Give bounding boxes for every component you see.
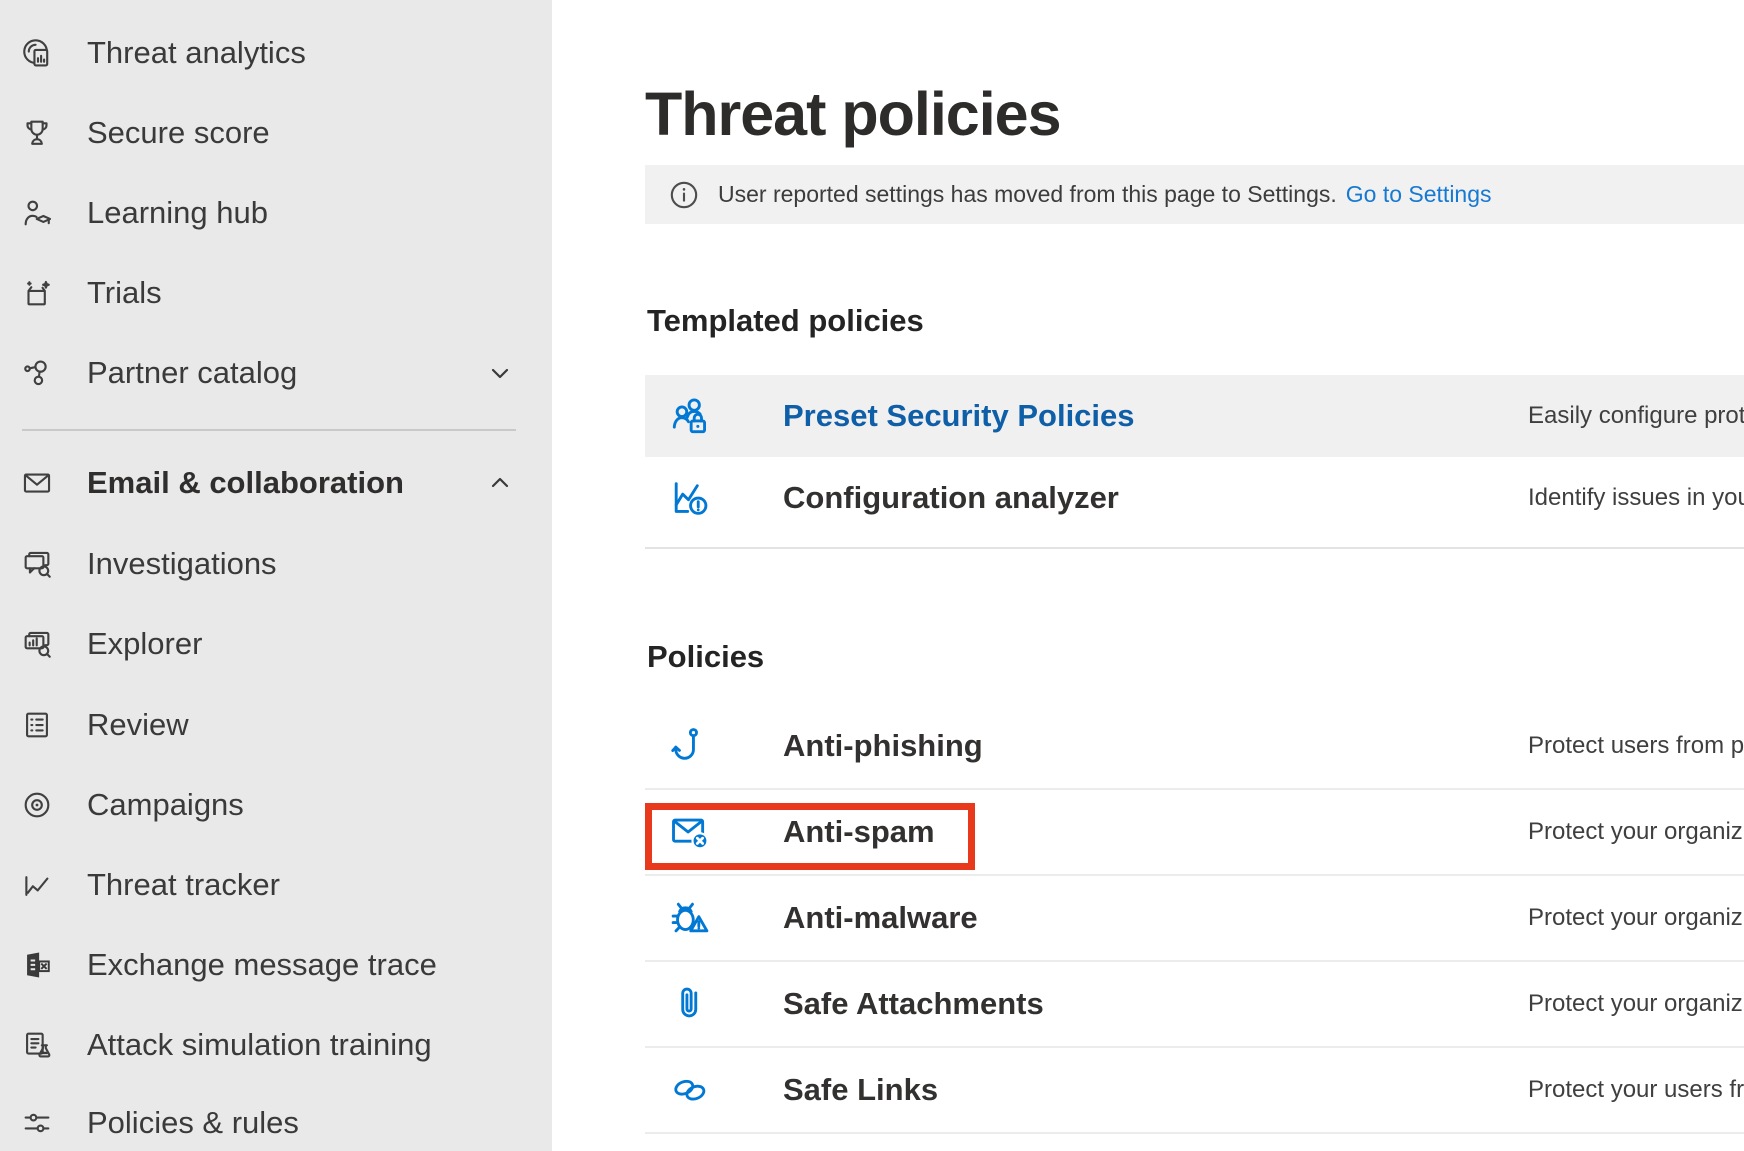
- sidebar-item-partner-catalog[interactable]: Partner catalog: [0, 333, 552, 413]
- row-description: Protect your organiz: [1528, 990, 1743, 1018]
- sidebar-item-label: Attack simulation training: [87, 1027, 432, 1063]
- section-heading-policies: Policies: [647, 639, 764, 675]
- sidebar-item-attack-simulation-training[interactable]: Attack simulation training: [0, 1005, 552, 1085]
- row-configuration-analyzer[interactable]: Configuration analyzer Identify issues i…: [645, 457, 1744, 539]
- templated-policies-list: Preset Security Policies Easily configur…: [645, 375, 1744, 549]
- row-safe-attachments[interactable]: Safe Attachments Protect your organiz: [645, 962, 1744, 1048]
- row-label: Safe Links: [783, 1072, 938, 1108]
- exchange-icon: [20, 948, 54, 982]
- secure-score-icon: [20, 116, 54, 150]
- row-description: Protect your organiz: [1528, 818, 1743, 846]
- investigations-icon: [20, 547, 54, 581]
- sidebar-item-exchange-message-trace[interactable]: Exchange message trace: [0, 925, 552, 1005]
- row-safe-links[interactable]: Safe Links Protect your users fro: [645, 1048, 1744, 1134]
- row-label: Safe Attachments: [783, 986, 1044, 1022]
- page-title: Threat policies: [645, 79, 1061, 149]
- row-anti-spam[interactable]: Anti-spam Protect your organiz: [645, 790, 1744, 876]
- attack-simulation-icon: [20, 1028, 54, 1062]
- partner-catalog-icon: [20, 356, 54, 390]
- safe-links-icon: [667, 1067, 713, 1113]
- sidebar-item-label: Learning hub: [87, 195, 268, 231]
- sidebar-item-explorer[interactable]: Explorer: [0, 604, 552, 684]
- sidebar-item-trials[interactable]: Trials: [0, 253, 552, 333]
- row-label: Anti-phishing: [783, 728, 983, 764]
- sidebar-item-label: Email & collaboration: [87, 465, 404, 501]
- banner-text: User reported settings has moved from th…: [718, 181, 1337, 208]
- learning-hub-icon: [20, 196, 54, 230]
- sidebar-item-label: Exchange message trace: [87, 947, 437, 983]
- sidebar-item-label: Investigations: [87, 546, 277, 582]
- anti-malware-icon: [667, 895, 713, 941]
- sidebar-item-campaigns[interactable]: Campaigns: [0, 765, 552, 845]
- row-label: Preset Security Policies: [783, 398, 1135, 434]
- sidebar-item-investigations[interactable]: Investigations: [0, 524, 552, 604]
- row-description: Identify issues in you: [1528, 484, 1744, 512]
- sidebar-item-label: Secure score: [87, 115, 270, 151]
- row-description: Protect your users fro: [1528, 1076, 1744, 1104]
- email-collaboration-icon: [20, 466, 54, 500]
- section-heading-templated-policies: Templated policies: [647, 303, 924, 339]
- preset-security-policies-icon: [667, 393, 713, 439]
- anti-spam-icon: [667, 809, 713, 855]
- threat-policies-page: Threat analytics Secure score Learning h…: [0, 0, 1744, 1151]
- threat-tracker-icon: [20, 868, 54, 902]
- sidebar-item-secure-score[interactable]: Secure score: [0, 93, 552, 173]
- trials-icon: [20, 276, 54, 310]
- explorer-icon: [20, 627, 54, 661]
- row-label: Anti-spam: [783, 814, 935, 850]
- row-description: Protect your organiz: [1528, 904, 1743, 932]
- review-icon: [20, 708, 54, 742]
- chevron-down-icon: [486, 359, 514, 387]
- row-description: Protect users from p: [1528, 732, 1744, 760]
- go-to-settings-link[interactable]: Go to Settings: [1346, 181, 1492, 208]
- policies-list: Anti-phishing Protect users from p Anti-…: [645, 704, 1744, 1134]
- sidebar-item-review[interactable]: Review: [0, 685, 552, 765]
- sidebar-item-email-collaboration[interactable]: Email & collaboration: [0, 443, 552, 523]
- sidebar-item-learning-hub[interactable]: Learning hub: [0, 173, 552, 253]
- threat-analytics-icon: [20, 36, 54, 70]
- row-label: Configuration analyzer: [783, 480, 1119, 516]
- campaigns-icon: [20, 788, 54, 822]
- sidebar: Threat analytics Secure score Learning h…: [0, 0, 552, 1151]
- sidebar-item-label: Explorer: [87, 626, 202, 662]
- info-banner: User reported settings has moved from th…: [645, 165, 1744, 224]
- sidebar-item-label: Campaigns: [87, 787, 244, 823]
- policies-rules-icon: [20, 1106, 54, 1140]
- info-icon: [667, 178, 701, 212]
- sidebar-item-threat-analytics[interactable]: Threat analytics: [0, 13, 552, 93]
- safe-attachments-icon: [667, 981, 713, 1027]
- row-description: Easily configure prot: [1528, 402, 1744, 430]
- chevron-up-icon: [486, 469, 514, 497]
- sidebar-item-threat-tracker[interactable]: Threat tracker: [0, 845, 552, 925]
- row-anti-phishing[interactable]: Anti-phishing Protect users from p: [645, 704, 1744, 790]
- sidebar-item-label: Trials: [87, 275, 162, 311]
- sidebar-item-policies-rules[interactable]: Policies & rules: [0, 1083, 552, 1151]
- sidebar-item-label: Policies & rules: [87, 1105, 299, 1141]
- sidebar-divider: [22, 429, 516, 431]
- row-anti-malware[interactable]: Anti-malware Protect your organiz: [645, 876, 1744, 962]
- configuration-analyzer-icon: [667, 475, 713, 521]
- sidebar-item-label: Partner catalog: [87, 355, 297, 391]
- sidebar-item-label: Threat analytics: [87, 35, 306, 71]
- row-label: Anti-malware: [783, 900, 978, 936]
- sidebar-item-label: Threat tracker: [87, 867, 280, 903]
- anti-phishing-icon: [667, 723, 713, 769]
- row-preset-security-policies[interactable]: Preset Security Policies Easily configur…: [645, 375, 1744, 457]
- sidebar-item-label: Review: [87, 707, 189, 743]
